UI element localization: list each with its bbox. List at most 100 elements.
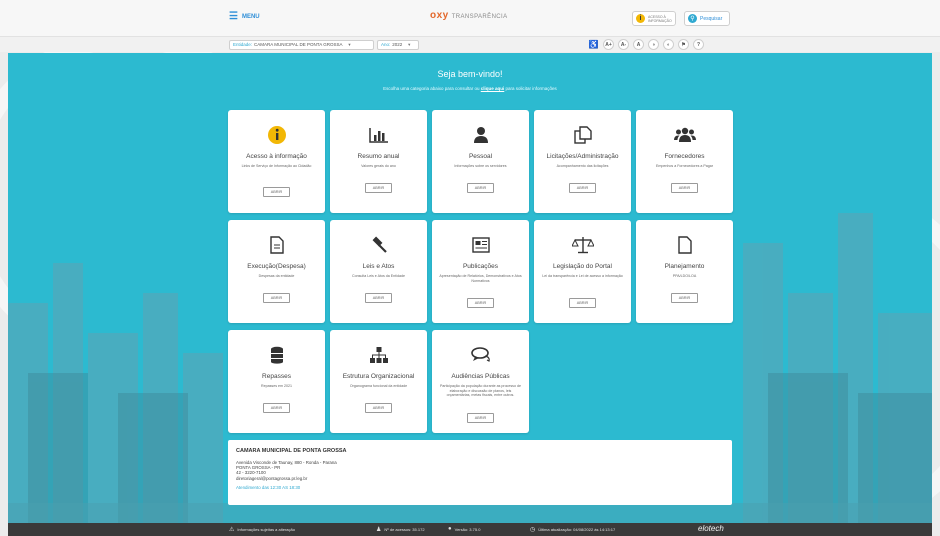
card-estrutura-organizacional[interactable]: Estrutura Organizacional Organograma fun… [330,330,427,433]
search-label: Pesquisar [700,15,723,22]
card-licitacoes-administracao[interactable]: Licitações/Administração Acompanhamento … [534,110,631,213]
info-icon [228,124,325,146]
open-button[interactable]: ABRIR [365,293,392,303]
footer-visits: ♟ Nº de acessos: 35.172 [376,526,425,533]
card-planejamento[interactable]: Planejamento PPA/LDO/LOA ABRIR [636,220,733,323]
card-title: Resumo anual [357,153,400,160]
open-button[interactable]: ABRIR [263,293,290,303]
request-info-link[interactable]: clique aqui [481,86,505,91]
year-select[interactable]: Ano: 2022 ▼ [377,40,419,50]
font-reset-button[interactable]: A [633,39,644,50]
font-increase-button[interactable]: A+ [603,39,614,50]
footer-disclaimer-text: Informações sujeitas a alteração [237,527,295,532]
access-information-label: ACESSO À INFORMAÇÃO [648,14,672,23]
footer-version: ● Versão: 3.75.0 [448,526,480,532]
brand-logo: oxy TRANSPARÊNCIA [430,10,508,21]
card-publicacoes[interactable]: Publicações Apresentação de Relatórios, … [432,220,529,323]
accessibility-icon[interactable]: ♿ [588,39,599,50]
vendor-logo[interactable]: elotech [698,524,724,533]
user-icon: ♟ [376,527,382,533]
flag-icon[interactable]: ⚑ [678,39,689,50]
card-title: Acesso à informação [246,153,307,160]
hamburger-icon: ☰ [229,11,238,22]
bar-chart-icon [330,124,427,146]
card-description: Consulta Leis e Atos da Entidade [352,274,405,278]
open-button[interactable]: ABRIR [467,413,494,423]
card-acesso-informacao[interactable]: Acesso à informação Links de Serviço de … [228,110,325,213]
card-description: Informações sobre os servidores [454,164,507,168]
warning-icon: ⚠ [229,527,235,533]
open-button[interactable]: ABRIR [467,183,494,193]
card-description: PPA/LDO/LOA [672,274,697,278]
card-description: Valores gerais do ano [361,164,396,168]
comments-icon [432,344,529,366]
newspaper-icon [432,234,529,256]
card-description: Lei da transparência e Lei de acesso a i… [542,274,623,278]
card-description: Acompanhamento das licitações [556,164,609,168]
font-decrease-button[interactable]: A- [618,39,629,50]
card-description: Despesas da entidade [258,274,295,278]
card-description: Links de Serviço de Informação ao Cidadã… [241,164,312,168]
card-description: Participação da população durante as pro… [440,384,521,398]
database-icon [228,344,325,366]
open-button[interactable]: ABRIR [263,187,290,197]
card-title: Repasses [262,373,291,380]
footer-disclaimer: ⚠ Informações sujeitas a alteração [229,526,295,533]
open-button[interactable]: ABRIR [671,293,698,303]
open-button[interactable]: ABRIR [671,183,698,193]
open-button[interactable]: ABRIR [365,183,392,193]
access-information-button[interactable]: i ACESSO À INFORMAÇÃO [632,11,676,26]
card-pessoal[interactable]: Pessoal Informações sobre os servidores … [432,110,529,213]
documents-icon [534,124,631,146]
entity-info-panel: CAMARA MUNICIPAL DE PONTA GROSSA Avenida… [228,440,732,505]
welcome-subtitle-before: Escolha uma categoria abaixo para consul… [383,86,480,91]
dot-icon: ● [448,526,452,532]
scale-icon [534,234,631,256]
entity-value: CAMARA MUNICIPAL DE PONTA GROSSA [254,42,343,47]
clock-icon: ◷ [530,527,536,533]
accessibility-toolbar: ♿ A+ A- A ◑ ◐ ⚑ ? [588,39,704,50]
card-title: Legislação do Portal [553,263,612,270]
card-execucao-despesa[interactable]: Execução(Despesa) Despesas da entidade A… [228,220,325,323]
open-button[interactable]: ABRIR [569,298,596,308]
card-audiencias-publicas[interactable]: Audiências Públicas Participação da popu… [432,330,529,433]
card-title: Estrutura Organizacional [342,373,415,380]
card-title: Fornecedores [664,153,705,160]
card-title: Publicações [462,263,499,270]
welcome-title: Seja bem-vindo! [437,69,503,79]
entity-name: CAMARA MUNICIPAL DE PONTA GROSSA [236,448,347,454]
help-icon[interactable]: ? [693,39,704,50]
open-button[interactable]: ABRIR [365,403,392,413]
entity-hours: Atendimento das 12:30 AS 18:30 [236,484,301,490]
menu-button[interactable]: ☰ MENU [229,12,260,22]
footer-visits-text: Nº de acessos: 35.172 [384,527,425,532]
card-repasses[interactable]: Repasses Repasses em 2021 ABRIR [228,330,325,433]
brand-oxy: oxy [430,10,449,21]
card-title: Pessoal [468,153,493,160]
open-button[interactable]: ABRIR [263,403,290,413]
entity-select[interactable]: Entidade: CAMARA MUNICIPAL DE PONTA GROS… [229,40,374,50]
card-fornecedores[interactable]: Fornecedores Empenhos a Fornecedores a P… [636,110,733,213]
year-value: 2022 [392,42,403,47]
filter-bar: Entidade: CAMARA MUNICIPAL DE PONTA GROS… [0,36,940,52]
open-button[interactable]: ABRIR [467,298,494,308]
search-button[interactable]: ⚲ Pesquisar [684,11,730,26]
dark-mode-icon[interactable]: ◐ [663,39,674,50]
open-button[interactable]: ABRIR [569,183,596,193]
top-bar: ☰ MENU oxy TRANSPARÊNCIA i ACESSO À INFO… [0,0,940,36]
search-icon: ⚲ [688,14,697,23]
menu-label: MENU [241,14,260,20]
user-icon [432,124,529,146]
card-description: Apresentação de Relatórios, Demonstrativ… [439,274,522,283]
card-title: Execução(Despesa) [247,263,306,270]
card-leis-atos[interactable]: Leis e Atos Consulta Leis e Atos da Enti… [330,220,427,323]
entity-email[interactable]: diretoriageral@pontagrossa.pr.leg.br [236,476,724,481]
info-badge-icon: i [636,14,645,23]
sitemap-icon [330,344,427,366]
file-icon [228,234,325,256]
card-resumo-anual[interactable]: Resumo anual Valores gerais do ano ABRIR [330,110,427,213]
welcome-subtitle: Escolha uma categoria abaixo para consul… [8,86,932,91]
card-legislacao-portal[interactable]: Legislação do Portal Lei da transparênci… [534,220,631,323]
contrast-icon[interactable]: ◑ [648,39,659,50]
main-area: Seja bem-vindo! Escolha uma categoria ab… [8,53,932,523]
